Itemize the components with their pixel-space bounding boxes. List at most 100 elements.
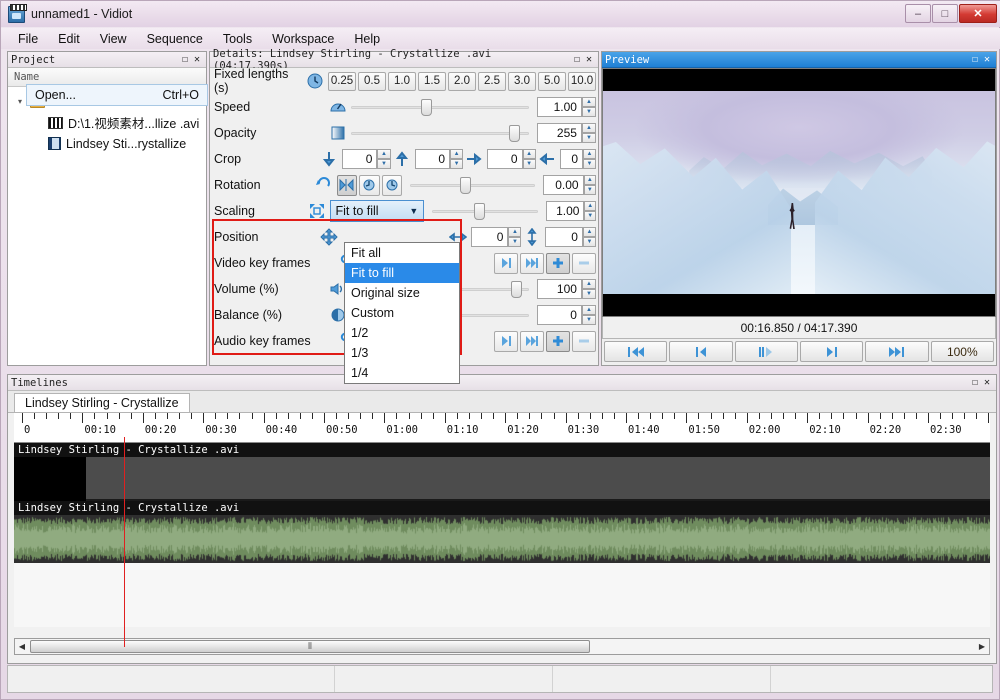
rotate-left-icon[interactable]	[359, 175, 379, 196]
scroll-left-icon[interactable]: ◀	[15, 642, 29, 651]
position-x-stepper[interactable]: ▲▼	[508, 227, 521, 247]
speed-slider[interactable]	[351, 99, 529, 115]
rotation-value[interactable]: 0.00	[543, 175, 584, 195]
next-keyframe-icon[interactable]	[494, 331, 518, 352]
timeline-horizontal-scrollbar[interactable]: ◀ ⦀ ▶	[14, 638, 990, 655]
crop-bottom-stepper[interactable]: ▲▼	[450, 149, 463, 169]
scaling-stepper[interactable]: ▲▼	[584, 201, 596, 221]
playhead-ruler[interactable]	[124, 437, 125, 465]
context-menu-open-item[interactable]: Open... Ctrl+O	[26, 84, 208, 106]
fixed-length-3-0-button[interactable]: 3.0	[508, 72, 536, 91]
opacity-stepper[interactable]: ▲▼	[582, 123, 596, 143]
menu-edit[interactable]: Edit	[49, 30, 89, 48]
previous-frame-button[interactable]	[669, 341, 732, 362]
speed-slider-thumb[interactable]	[421, 99, 432, 116]
playhead-tracks[interactable]	[124, 443, 125, 627]
scaling-option-custom[interactable]: Custom	[345, 303, 459, 323]
crop-right-value[interactable]: 0	[560, 149, 583, 169]
details-restore-icon[interactable]: ☐	[571, 54, 583, 65]
remove-keyframe-icon[interactable]	[572, 331, 596, 352]
scaling-dropdown-list[interactable]: Fit all Fit to fill Original size Custom…	[344, 242, 460, 384]
scaling-option-half[interactable]: 1/2	[345, 323, 459, 343]
last-keyframe-icon[interactable]	[520, 331, 544, 352]
crop-top-value[interactable]: 0	[342, 149, 378, 169]
scaling-slider[interactable]	[432, 203, 538, 219]
scaling-option-fit-all[interactable]: Fit all	[345, 243, 459, 263]
preview-restore-icon[interactable]: ☐	[969, 54, 981, 65]
preview-video-surface[interactable]	[602, 68, 996, 317]
tab-lindsey-stirling-crystallize[interactable]: Lindsey Stirling - Crystallize	[14, 393, 190, 412]
scrollbar-thumb[interactable]: ⦀	[30, 640, 590, 653]
speed-stepper[interactable]: ▲▼	[582, 97, 596, 117]
preview-zoom-button[interactable]: 100%	[931, 341, 994, 362]
add-keyframe-icon[interactable]	[546, 253, 570, 274]
opacity-slider[interactable]	[351, 125, 529, 141]
video-clip[interactable]	[14, 457, 990, 501]
minimize-button[interactable]: –	[905, 4, 931, 23]
balance-stepper[interactable]: ▲▼	[582, 305, 596, 325]
play-button[interactable]	[735, 341, 798, 362]
last-keyframe-icon[interactable]	[520, 253, 544, 274]
menu-tools[interactable]: Tools	[214, 30, 261, 48]
opacity-value[interactable]: 255	[537, 123, 582, 143]
fixed-length-1-0-button[interactable]: 1.0	[388, 72, 416, 91]
next-frame-button[interactable]	[800, 341, 863, 362]
crop-left-value[interactable]: 0	[487, 149, 523, 169]
menu-view[interactable]: View	[91, 30, 136, 48]
speed-value[interactable]: 1.00	[537, 97, 582, 117]
rotation-slider-thumb[interactable]	[460, 177, 471, 194]
crop-right-stepper[interactable]: ▲▼	[583, 149, 596, 169]
timelines-restore-icon[interactable]: ☐	[969, 377, 981, 388]
add-keyframe-icon[interactable]	[546, 331, 570, 352]
menu-file[interactable]: File	[9, 30, 47, 48]
position-y-stepper[interactable]: ▲▼	[583, 227, 596, 247]
scaling-slider-thumb[interactable]	[474, 203, 485, 220]
rotation-stepper[interactable]: ▲▼	[584, 175, 596, 195]
rotation-slider[interactable]	[410, 177, 535, 193]
fixed-length-0-5-button[interactable]: 0.5	[358, 72, 386, 91]
balance-value[interactable]: 0	[537, 305, 582, 325]
menu-sequence[interactable]: Sequence	[138, 30, 212, 48]
scaling-option-original-size[interactable]: Original size	[345, 283, 459, 303]
scaling-option-quarter[interactable]: 1/4	[345, 363, 459, 383]
project-close-icon[interactable]: ✕	[191, 54, 203, 65]
menu-workspace[interactable]: Workspace	[263, 30, 343, 48]
close-button[interactable]: ✕	[959, 4, 997, 23]
volume-value[interactable]: 100	[537, 279, 582, 299]
scaling-dropdown[interactable]: Fit to fill ▼	[330, 200, 425, 222]
scaling-option-third[interactable]: 1/3	[345, 343, 459, 363]
flip-horizontal-icon[interactable]	[337, 175, 357, 196]
opacity-slider-thumb[interactable]	[509, 125, 520, 142]
skip-to-start-button[interactable]	[604, 341, 667, 362]
position-y-value[interactable]: 0	[545, 227, 582, 247]
details-close-icon[interactable]: ✕	[583, 54, 595, 65]
crop-bottom-value[interactable]: 0	[415, 149, 451, 169]
fixed-length-1-5-button[interactable]: 1.5	[418, 72, 446, 91]
fixed-length-0-25-button[interactable]: 0.25	[328, 72, 356, 91]
list-item[interactable]: D:\1.视频素材...llize .avi	[8, 112, 206, 133]
scaling-value[interactable]: 1.00	[546, 201, 584, 221]
list-item[interactable]: Lindsey Sti...rystallize	[8, 133, 206, 154]
fixed-length-5-0-button[interactable]: 5.0	[538, 72, 566, 91]
fixed-length-2-5-button[interactable]: 2.5	[478, 72, 506, 91]
remove-keyframe-icon[interactable]	[572, 253, 596, 274]
crop-left-stepper[interactable]: ▲▼	[523, 149, 536, 169]
rotate-right-icon[interactable]	[382, 175, 402, 196]
position-x-value[interactable]: 0	[471, 227, 508, 247]
fixed-length-10-0-button[interactable]: 10.0	[568, 72, 596, 91]
project-restore-icon[interactable]: ☐	[179, 54, 191, 65]
preview-close-icon[interactable]: ✕	[981, 54, 993, 65]
volume-stepper[interactable]: ▲▼	[582, 279, 596, 299]
scaling-option-fit-to-fill[interactable]: Fit to fill	[345, 263, 459, 283]
menu-help[interactable]: Help	[345, 30, 389, 48]
audio-clip[interactable]	[14, 515, 990, 563]
fixed-length-2-0-button[interactable]: 2.0	[448, 72, 476, 91]
timelines-close-icon[interactable]: ✕	[981, 377, 993, 388]
volume-slider-thumb[interactable]	[511, 281, 522, 298]
timeline-ruler[interactable]: 000:1000:2000:3000:4000:5001:0001:1001:2…	[14, 413, 990, 443]
next-keyframe-icon[interactable]	[494, 253, 518, 274]
maximize-button[interactable]: □	[932, 4, 958, 23]
crop-top-stepper[interactable]: ▲▼	[377, 149, 390, 169]
skip-to-end-button[interactable]	[865, 341, 928, 362]
scroll-right-icon[interactable]: ▶	[975, 642, 989, 651]
